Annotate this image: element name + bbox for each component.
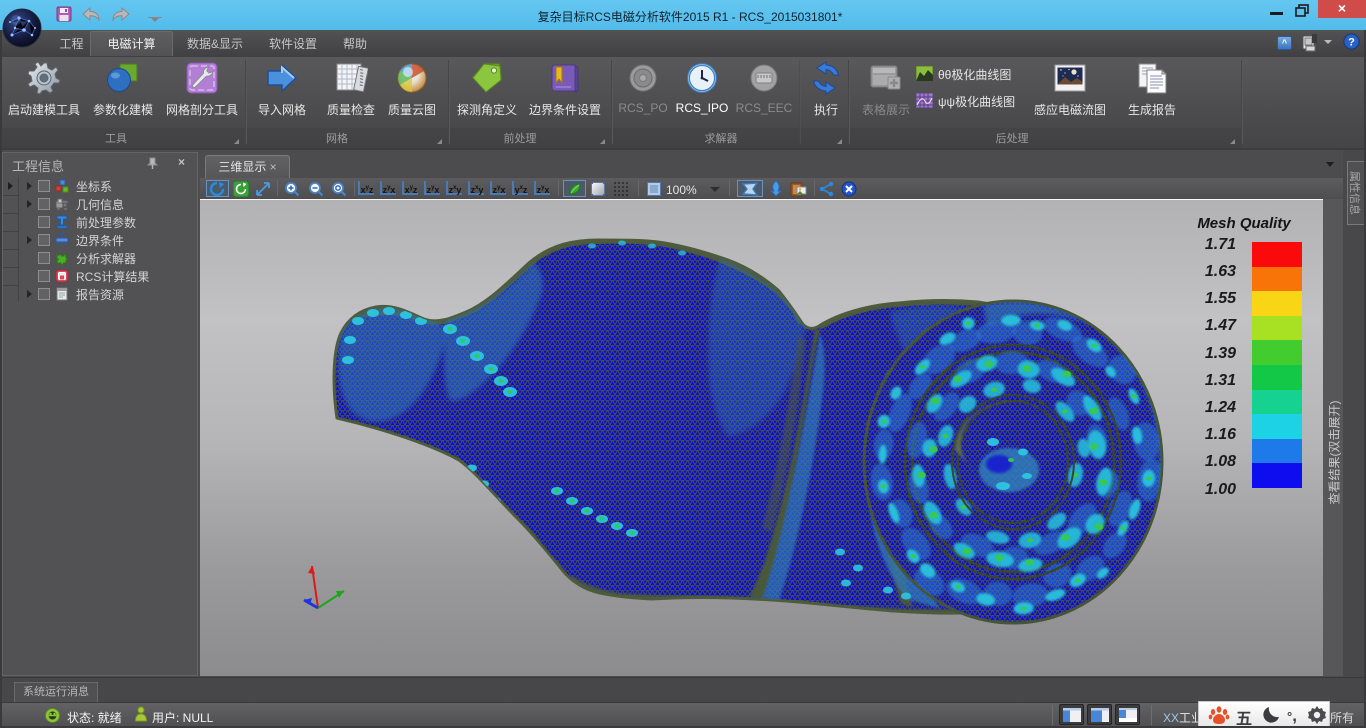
svg-text:?: ?	[1348, 37, 1355, 49]
